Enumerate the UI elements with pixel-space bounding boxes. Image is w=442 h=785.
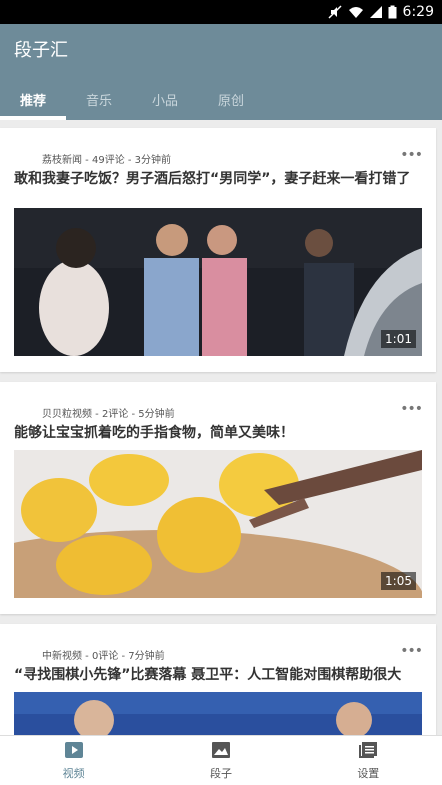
thumbnail-scene — [14, 208, 422, 356]
feed-card[interactable]: 贝贝粒视频 - 2评论 - 5分钟前 ••• 能够让宝宝抓着吃的手指食物，简单又… — [0, 382, 436, 614]
video-duration: 1:05 — [381, 572, 416, 590]
video-icon — [64, 741, 84, 762]
image-icon — [211, 741, 231, 762]
tab-label: 小品 — [151, 93, 178, 109]
thumbnail-scene — [14, 692, 422, 736]
app-title: 段子汇 — [14, 40, 68, 61]
tab-recommend[interactable]: 推荐 — [0, 78, 66, 120]
card-title[interactable]: “寻找围棋小先锋”比赛落幕 聂卫平：人工智能对围棋帮助很大 — [14, 666, 418, 684]
signal-icon — [369, 5, 382, 19]
more-options-icon[interactable]: ••• — [400, 147, 423, 163]
tab-label: 推荐 — [19, 93, 46, 109]
more-options-icon[interactable]: ••• — [400, 401, 423, 417]
wifi-icon — [348, 5, 364, 19]
more-options-icon[interactable]: ••• — [400, 643, 423, 659]
settings-icon — [358, 741, 378, 762]
card-meta: 中新视频 - 0评论 - 7分钟前 — [42, 651, 165, 662]
video-duration: 1:01 — [381, 330, 416, 348]
app-bar: 段子汇 推荐 音乐 小品 原创 — [0, 24, 442, 120]
tab-original[interactable]: 原创 — [198, 78, 264, 120]
tab-sketch[interactable]: 小品 — [132, 78, 198, 120]
nav-label: 视频 — [62, 766, 85, 780]
card-title[interactable]: 能够让宝宝抓着吃的手指食物，简单又美味！ — [14, 424, 418, 442]
feed-card[interactable]: 中新视频 - 0评论 - 7分钟前 ••• “寻找围棋小先锋”比赛落幕 聂卫平：… — [0, 624, 436, 736]
video-thumbnail[interactable] — [14, 692, 422, 736]
feed-card[interactable]: 荔枝新闻 - 49评论 - 3分钟前 ••• 敢和我妻子吃饭？男子酒后怒打“男同… — [0, 128, 436, 372]
card-meta: 荔枝新闻 - 49评论 - 3分钟前 — [42, 155, 172, 166]
card-meta: 贝贝粒视频 - 2评论 - 5分钟前 — [42, 409, 175, 420]
category-tabs: 推荐 音乐 小品 原创 — [0, 78, 264, 120]
nav-settings[interactable]: 设置 — [295, 736, 442, 785]
tab-label: 音乐 — [85, 93, 112, 109]
card-title[interactable]: 敢和我妻子吃饭？男子酒后怒打“男同学”，妻子赶来一看打错了 — [14, 170, 418, 188]
bottom-navigation: 视频 段子 设置 — [0, 735, 442, 785]
nav-label: 段子 — [209, 766, 232, 780]
video-thumbnail[interactable]: 1:01 — [14, 208, 422, 356]
tab-music[interactable]: 音乐 — [66, 78, 132, 120]
nav-label: 设置 — [357, 766, 380, 780]
status-time: 6:29 — [402, 4, 434, 20]
video-feed[interactable]: 荔枝新闻 - 49评论 - 3分钟前 ••• 敢和我妻子吃饭？男子酒后怒打“男同… — [0, 120, 442, 736]
nav-video[interactable]: 视频 — [0, 736, 147, 785]
mute-icon — [328, 5, 342, 19]
thumbnail-scene — [14, 450, 422, 598]
tab-label: 原创 — [217, 93, 244, 109]
battery-icon — [388, 5, 397, 19]
nav-jokes[interactable]: 段子 — [147, 736, 294, 785]
status-bar: 6:29 — [0, 0, 442, 24]
video-thumbnail[interactable]: 1:05 — [14, 450, 422, 598]
